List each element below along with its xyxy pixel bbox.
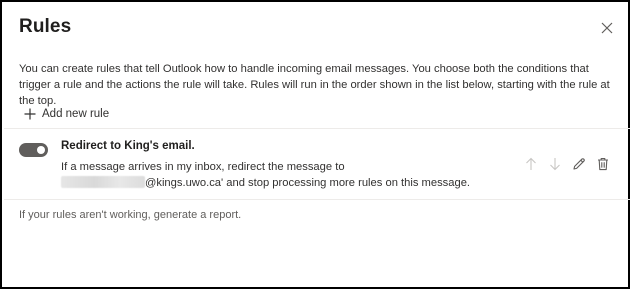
rules-description: You can create rules that tell Outlook h… <box>19 63 610 107</box>
divider <box>4 199 630 200</box>
rule-actions <box>523 156 611 172</box>
edit-rule-button[interactable] <box>571 156 587 172</box>
rule-description-line-1: If a message arrives in my inbox, redire… <box>61 161 345 173</box>
delete-rule-button[interactable] <box>595 156 611 172</box>
close-icon <box>601 22 613 34</box>
rule-description-line-2: @kings.uwo.ca' and stop processing more … <box>61 175 481 191</box>
rule-description: If a message arrives in my inbox, redire… <box>61 159 481 191</box>
move-up-button[interactable] <box>523 156 539 172</box>
divider <box>4 128 630 129</box>
rules-report-note: If your rules aren't working, generate a… <box>19 209 242 221</box>
close-button[interactable] <box>594 15 620 41</box>
arrow-down-icon <box>550 158 560 171</box>
rule-enabled-toggle[interactable] <box>19 143 48 157</box>
add-new-rule-label: Add new rule <box>42 108 110 120</box>
plus-icon <box>24 108 36 120</box>
move-down-button[interactable] <box>547 156 563 172</box>
dialog-title: Rules <box>19 16 72 37</box>
rule-description-suffix: @kings.uwo.ca' and stop processing more … <box>145 177 471 189</box>
redacted-email <box>61 176 145 188</box>
arrow-up-icon <box>526 157 536 170</box>
toggle-knob <box>37 146 45 154</box>
trash-icon <box>598 157 608 171</box>
add-new-rule-button[interactable]: Add new rule <box>24 104 109 124</box>
rule-name: Redirect to King's email. <box>61 140 195 152</box>
rules-dialog: Rules You can create rules that tell Out… <box>0 0 630 289</box>
pencil-icon <box>573 158 585 170</box>
